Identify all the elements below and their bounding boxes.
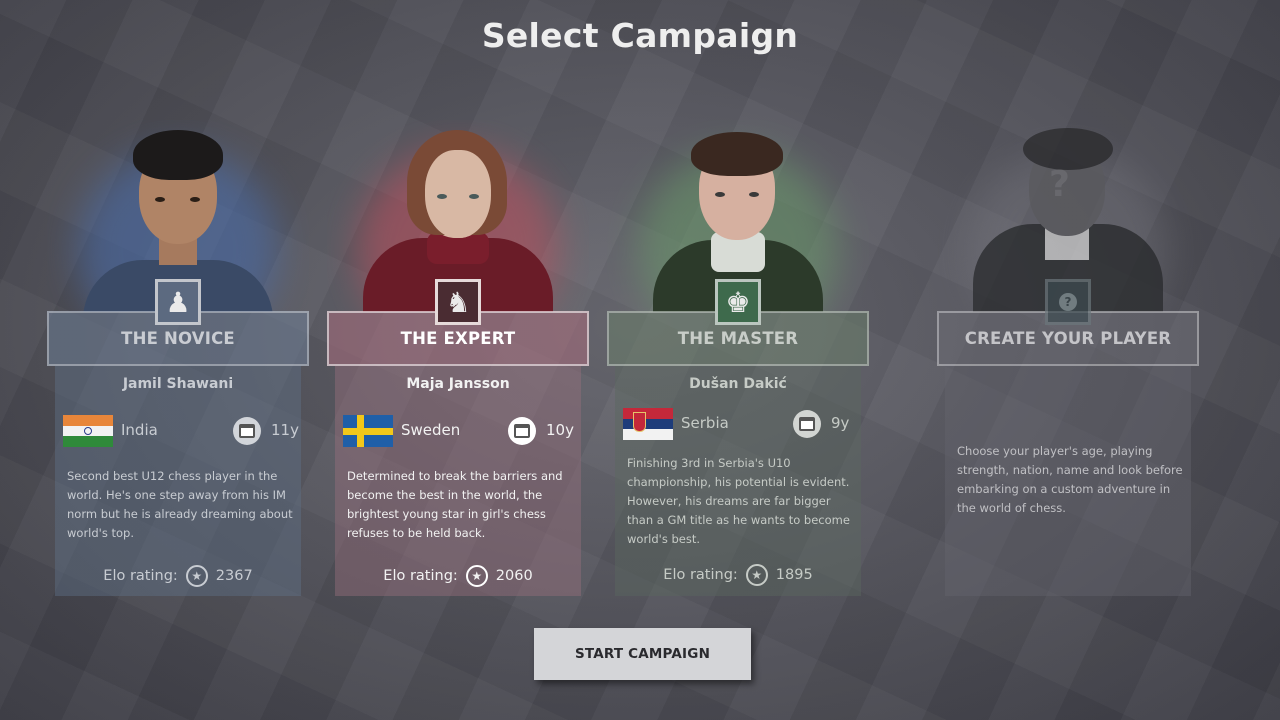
serbia-flag-icon [623,408,673,440]
calendar-icon [793,410,821,438]
player-description: Determined to break the barriers and bec… [347,469,563,540]
elo-rating: Elo rating: ★ 2367 [55,565,301,587]
question-mark-icon: ? [1049,164,1070,205]
question-icon: ? [1045,279,1091,325]
campaign-details: Jamil Shawani India 11y Second best U12 … [55,366,301,596]
player-description: Finishing 3rd in Serbia's U10 championsh… [627,456,850,546]
campaign-details: Dušan Dakić Serbia 9y Finishing 3rd in S… [615,366,861,596]
campaign-card-expert[interactable]: THE EXPERT ♞ Maja Jansson Sweden 10y Det… [327,120,589,600]
elo-value: 2367 [215,568,253,584]
player-description: Second best U12 chess player in the worl… [67,469,293,540]
king-icon: ♚ [715,279,761,325]
elo-rating: Elo rating: ★ 2060 [335,565,581,587]
calendar-icon [233,417,261,445]
star-icon: ★ [185,565,208,587]
player-age: 10y [546,421,574,439]
campaign-details: Choose your player's age, playing streng… [945,366,1191,596]
knight-icon: ♞ [435,279,481,325]
elo-label: Elo rating: [383,568,458,584]
india-flag-icon [63,415,113,447]
campaign-card-novice[interactable]: THE NOVICE ♟ Jamil Shawani India 11y Sec… [47,120,309,600]
campaign-card-master[interactable]: THE MASTER ♚ Dušan Dakić Serbia 9y Finis… [607,120,869,600]
campaign-details: Maja Jansson Sweden 10y Determined to br… [335,366,581,596]
star-icon: ★ [465,565,488,587]
elo-rating: Elo rating: ★ 1895 [615,564,861,586]
elo-value: 1895 [775,567,813,583]
pawn-icon: ♟ [155,279,201,325]
player-age: 9y [831,414,850,432]
elo-label: Elo rating: [663,567,738,583]
elo-label: Elo rating: [103,568,178,584]
campaign-card-create-player[interactable]: ? CREATE YOUR PLAYER ? Choose your playe… [937,120,1199,600]
create-description: Choose your player's age, playing streng… [957,444,1183,515]
sweden-flag-icon [343,415,393,447]
player-country: Serbia [681,414,729,432]
player-age: 11y [271,421,299,439]
player-name: Dušan Dakić [689,376,787,392]
player-name: Maja Jansson [406,376,510,392]
player-name: Jamil Shawani [122,376,234,392]
elo-value: 2060 [495,568,533,584]
player-country: India [121,421,158,439]
player-country: Sweden [401,421,461,439]
page-title: Select Campaign [481,16,799,55]
star-icon: ★ [745,564,768,586]
calendar-icon [508,417,536,445]
start-campaign-button[interactable]: START CAMPAIGN [534,628,751,680]
